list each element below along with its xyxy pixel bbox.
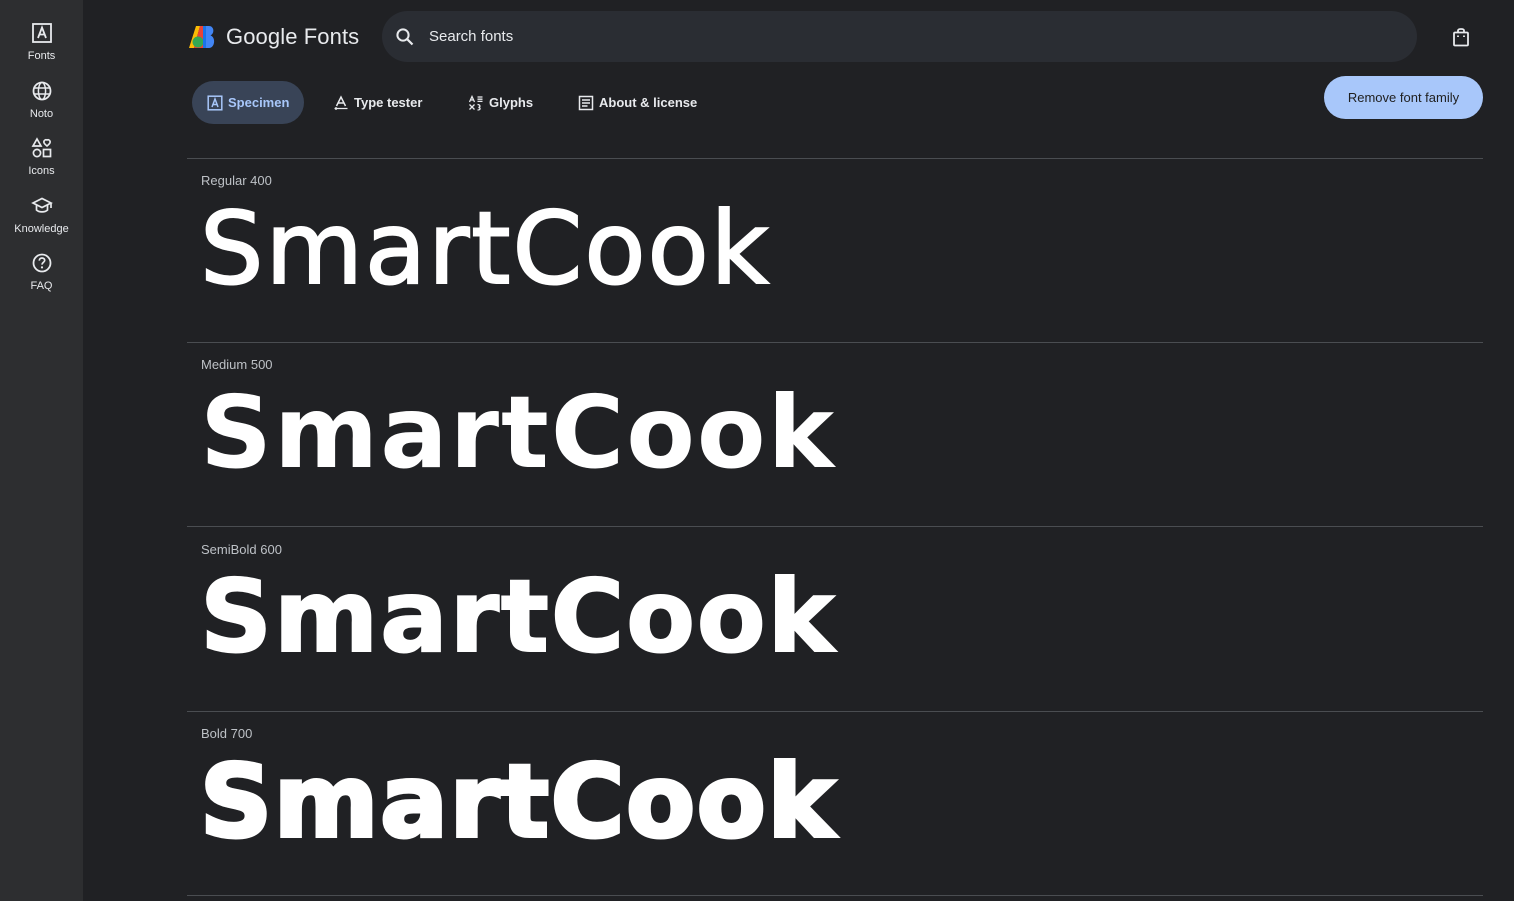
style-label: Bold 700 <box>201 726 253 741</box>
specimen-sample-text[interactable]: SmartCook <box>199 566 836 668</box>
tab-about-license[interactable]: About & license <box>578 81 697 124</box>
divider <box>187 342 1483 343</box>
selected-families-button[interactable] <box>1450 26 1472 53</box>
divider <box>187 526 1483 527</box>
tab-label: Type tester <box>354 95 423 110</box>
help-circle-icon <box>32 253 51 273</box>
search-bar[interactable] <box>382 11 1417 62</box>
font-icon <box>31 23 52 43</box>
google-fonts-logo-icon <box>189 26 215 48</box>
glyphs-icon <box>468 94 483 111</box>
graduation-cap-icon <box>30 197 53 213</box>
search-icon <box>396 27 414 45</box>
type-tester-icon <box>334 94 348 110</box>
rail-item-label: Icons <box>28 165 55 177</box>
logo-text: Google Fonts <box>226 24 360 49</box>
rail-item-label: Fonts <box>27 50 56 62</box>
style-label: Medium 500 <box>201 357 273 372</box>
google-fonts-logo[interactable]: Google Fonts <box>188 24 359 50</box>
rail-item-faq[interactable]: FAQ <box>0 252 83 292</box>
rail-item-fonts[interactable]: Fonts <box>0 22 83 62</box>
tab-label: About & license <box>599 95 698 110</box>
font-icon <box>207 94 223 111</box>
tab-label: Specimen <box>228 95 290 110</box>
rail-item-icons[interactable]: Icons <box>0 137 83 177</box>
specimen-sample-text[interactable]: SmartCook <box>200 383 836 483</box>
shopping-bag-icon <box>1453 28 1469 47</box>
tab-glyphs[interactable]: Glyphs <box>468 81 533 124</box>
shapes-icon <box>31 137 51 158</box>
specimen-sample-text[interactable]: SmartCook <box>199 198 771 300</box>
divider <box>187 895 1483 896</box>
article-icon <box>578 95 594 110</box>
remove-font-family-button[interactable]: Remove font family <box>1324 76 1483 119</box>
rail-item-noto[interactable]: Noto <box>0 80 83 120</box>
specimen-sample-text[interactable]: SmartCook <box>198 750 836 854</box>
rail-item-label: Knowledge <box>14 223 69 235</box>
style-label: Regular 400 <box>201 173 272 188</box>
search-input[interactable] <box>427 27 1331 46</box>
rail-item-label: Noto <box>29 108 54 120</box>
tab-specimen[interactable]: Specimen <box>192 81 305 124</box>
rail-item-label: FAQ <box>30 280 53 292</box>
tab-label: Glyphs <box>489 95 534 110</box>
side-navigation: Fonts Noto Icons Knowledge FAQ <box>0 0 83 901</box>
rail-item-knowledge[interactable]: Knowledge <box>0 195 83 235</box>
divider <box>187 158 1483 159</box>
tab-type-tester[interactable]: Type tester <box>333 81 422 124</box>
globe-icon <box>32 81 51 101</box>
divider <box>187 711 1483 712</box>
style-label: SemiBold 600 <box>201 542 282 557</box>
